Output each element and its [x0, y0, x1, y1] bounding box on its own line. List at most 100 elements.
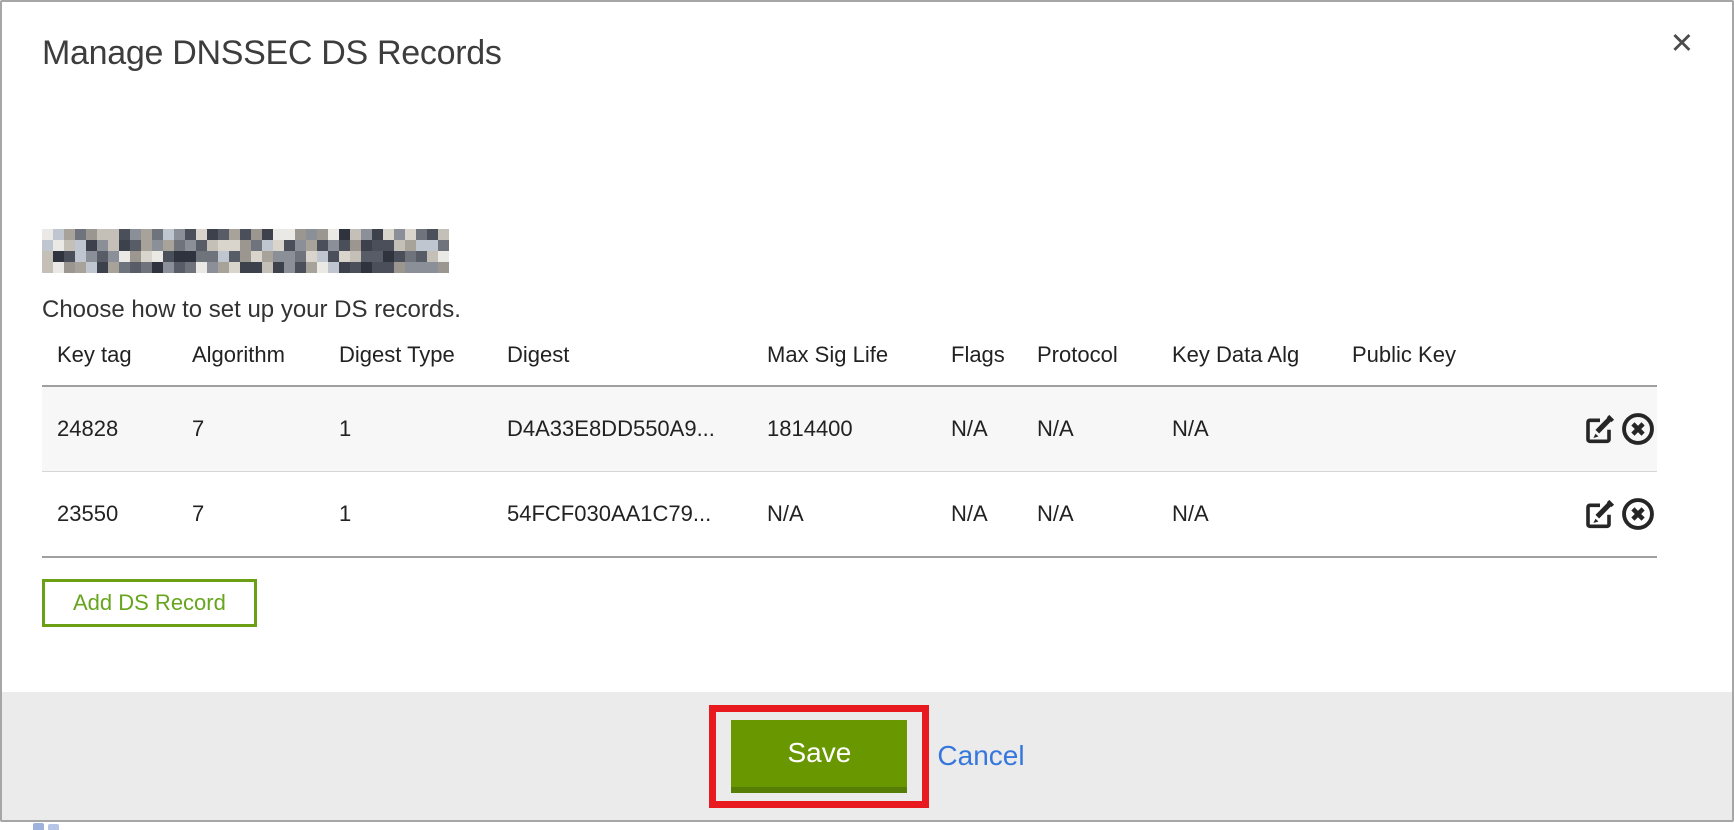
redaction-pixel — [108, 251, 119, 262]
col-header-key-tag: Key tag — [42, 342, 177, 386]
redaction-pixel — [438, 229, 449, 240]
redaction-pixel — [438, 240, 449, 251]
redaction-pixel — [207, 262, 218, 273]
redaction-pixel — [427, 240, 438, 251]
redaction-pixel — [405, 229, 416, 240]
col-header-digest: Digest — [492, 342, 752, 386]
redaction-pixel — [262, 240, 273, 251]
redaction-pixel — [218, 251, 229, 262]
redaction-pixel — [163, 251, 174, 262]
redaction-pixel — [427, 251, 438, 262]
cell-key-tag: 24828 — [42, 386, 177, 472]
redaction-pixel — [163, 262, 174, 273]
redaction-pixel — [42, 229, 53, 240]
redaction-pixel — [42, 251, 53, 262]
dialog-title: Manage DNSSEC DS Records — [42, 32, 502, 74]
redaction-pixel — [416, 229, 427, 240]
dialog-footer: Save Cancel — [2, 692, 1732, 820]
redaction-pixel — [108, 240, 119, 251]
redaction-pixel — [229, 262, 240, 273]
redaction-pixel — [350, 240, 361, 251]
cell-public-key — [1337, 472, 1567, 558]
redaction-pixel — [152, 262, 163, 273]
redaction-pixel — [306, 240, 317, 251]
redaction-pixel — [383, 262, 394, 273]
redaction-pixel — [119, 240, 130, 251]
redaction-pixel — [295, 240, 306, 251]
redaction-pixel — [64, 262, 75, 273]
redaction-pixel — [141, 229, 152, 240]
delete-record-button[interactable] — [1620, 411, 1656, 447]
table-row: 23550 7 1 54FCF030AA1C79... N/A N/A N/A … — [42, 472, 1657, 558]
redaction-pixel — [64, 240, 75, 251]
redaction-pixel — [361, 251, 372, 262]
redaction-pixel — [97, 251, 108, 262]
redaction-pixel — [75, 251, 86, 262]
redaction-pixel — [42, 240, 53, 251]
redaction-pixel — [416, 262, 427, 273]
redaction-pixel — [75, 240, 86, 251]
delete-icon — [1620, 411, 1656, 447]
redaction-pixel — [328, 229, 339, 240]
redaction-pixel — [251, 229, 262, 240]
col-header-flags: Flags — [936, 342, 1022, 386]
redaction-pixel — [251, 240, 262, 251]
ds-records-table: Key tag Algorithm Digest Type Digest Max… — [42, 342, 1657, 558]
redaction-pixel — [416, 251, 427, 262]
cell-protocol: N/A — [1022, 472, 1157, 558]
cell-algorithm: 7 — [177, 386, 324, 472]
redaction-pixel — [53, 262, 64, 273]
add-ds-record-button[interactable]: Add DS Record — [42, 579, 257, 627]
redaction-pixel — [152, 240, 163, 251]
redaction-pixel — [207, 251, 218, 262]
redaction-pixel — [251, 262, 262, 273]
cell-max-sig-life: N/A — [752, 472, 936, 558]
redaction-pixel — [196, 262, 207, 273]
redaction-pixel — [240, 251, 251, 262]
redaction-pixel — [317, 251, 328, 262]
redaction-pixel — [295, 229, 306, 240]
edit-record-button[interactable] — [1582, 496, 1618, 532]
redaction-pixel — [284, 229, 295, 240]
redaction-pixel — [394, 251, 405, 262]
redaction-pixel — [251, 251, 262, 262]
redaction-pixel — [306, 262, 317, 273]
redaction-pixel — [339, 240, 350, 251]
redaction-pixel — [372, 229, 383, 240]
redaction-pixel — [383, 251, 394, 262]
redaction-pixel — [207, 229, 218, 240]
cell-digest-type: 1 — [324, 386, 492, 472]
redaction-pixel — [394, 262, 405, 273]
redaction-pixel — [339, 262, 350, 273]
redaction-pixel — [317, 262, 328, 273]
manage-dnssec-ds-records-dialog: Manage DNSSEC DS Records ✕ Choose how to… — [0, 0, 1734, 822]
col-header-public-key: Public Key — [1337, 342, 1567, 386]
close-icon[interactable]: ✕ — [1664, 24, 1700, 62]
redaction-pixel — [141, 251, 152, 262]
save-button[interactable]: Save — [731, 720, 907, 793]
underlying-page-artifact — [33, 823, 44, 830]
col-header-algorithm: Algorithm — [177, 342, 324, 386]
redaction-pixel — [438, 262, 449, 273]
delete-record-button[interactable] — [1620, 496, 1656, 532]
table-row: 24828 7 1 D4A33E8DD550A9... 1814400 N/A … — [42, 386, 1657, 472]
cancel-link[interactable]: Cancel — [937, 740, 1024, 772]
redaction-pixel — [427, 229, 438, 240]
redaction-pixel — [196, 240, 207, 251]
redaction-pixel — [196, 229, 207, 240]
redaction-pixel — [130, 262, 141, 273]
redaction-pixel — [119, 262, 130, 273]
cell-key-tag: 23550 — [42, 472, 177, 558]
redaction-pixel — [317, 240, 328, 251]
redaction-pixel — [240, 240, 251, 251]
edit-record-button[interactable] — [1582, 411, 1618, 447]
redaction-pixel — [64, 229, 75, 240]
redaction-pixel — [372, 240, 383, 251]
table-header-row: Key tag Algorithm Digest Type Digest Max… — [42, 342, 1657, 386]
annotation-highlight-rectangle: Save — [709, 705, 929, 808]
redaction-pixel — [185, 251, 196, 262]
redaction-pixel — [240, 229, 251, 240]
redaction-pixel — [240, 262, 251, 273]
redaction-pixel — [185, 240, 196, 251]
redaction-pixel — [339, 229, 350, 240]
